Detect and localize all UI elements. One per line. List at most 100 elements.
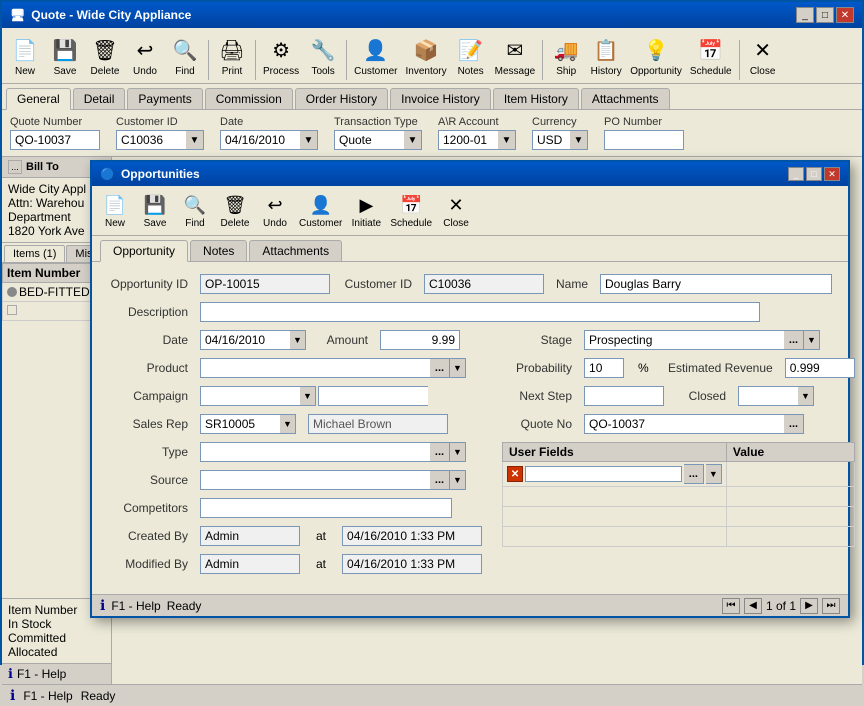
toolbar-print[interactable]: 🖨 Print [213,31,251,80]
dlg-toolbar-undo[interactable]: ↩ Undo [256,189,294,232]
dialog-tab-opportunity[interactable]: Opportunity [100,240,188,262]
toolbar-customer[interactable]: 👤 Customer [351,31,400,80]
date-dlg-dropdown[interactable]: ▼ [290,330,306,350]
product-input[interactable] [200,358,430,378]
est-revenue-input[interactable] [785,358,855,378]
uf-dropdown-btn[interactable]: ▼ [706,464,722,484]
dialog-minimize-btn[interactable]: _ [788,167,804,181]
nav-prev-btn[interactable]: ◀ [744,598,762,614]
dlg-toolbar-initiate[interactable]: ▶ Initiate [347,189,385,232]
minimize-btn[interactable]: _ [796,7,814,23]
closed-input[interactable] [738,386,798,406]
desc-input[interactable] [200,302,760,322]
ar-account-dropdown[interactable]: ▼ [498,130,516,150]
dialog-tab-notes[interactable]: Notes [190,240,247,261]
next-step-input[interactable] [584,386,664,406]
toolbar-process[interactable]: ⚙ Process [260,31,302,80]
campaign-input-2[interactable] [318,386,428,406]
stage-ellipsis-btn[interactable]: ... [784,330,804,350]
row-indicator[interactable] [7,287,17,297]
toolbar-tools[interactable]: 🔧 Tools [304,31,342,80]
dlg-toolbar-find[interactable]: 🔍 Find [176,189,214,232]
dialog-close-btn[interactable]: ✕ [824,167,840,181]
opp-id-input[interactable] [200,274,330,294]
toolbar-find[interactable]: 🔍 Find [166,31,204,80]
campaign-dropdown-1[interactable]: ▼ [300,386,316,406]
bill-to-expand-btn[interactable]: ... [8,160,22,174]
items-tab-items[interactable]: Items (1) [4,245,65,262]
dlg-toolbar-new[interactable]: 📄 New [96,189,134,232]
probability-input[interactable] [584,358,624,378]
toolbar-notes[interactable]: 📝 Notes [452,31,490,80]
toolbar-ship[interactable]: 🚚 Ship [547,31,585,80]
toolbar-undo[interactable]: ↩ Undo [126,31,164,80]
nav-first-btn[interactable]: ⏮ [722,598,740,614]
tab-order-history[interactable]: Order History [295,88,388,109]
tab-commission[interactable]: Commission [205,88,293,109]
maximize-btn[interactable]: □ [816,7,834,23]
tab-item-history[interactable]: Item History [493,88,579,109]
sales-rep-input[interactable] [200,414,280,434]
customer-id-dropdown[interactable]: ▼ [186,130,204,150]
dlg-toolbar-schedule[interactable]: 📅 Schedule [387,189,435,232]
close-btn[interactable]: ✕ [836,7,854,23]
source-dropdown-btn[interactable]: ▼ [450,470,466,490]
dlg-toolbar-delete[interactable]: 🗑 Delete [216,189,254,232]
stage-dropdown-btn[interactable]: ▼ [804,330,820,350]
date-dlg-input[interactable] [200,330,290,350]
tab-payments[interactable]: Payments [127,88,202,109]
nav-last-btn[interactable]: ⏭ [822,598,840,614]
source-ellipsis-btn[interactable]: ... [430,470,450,490]
date-input[interactable] [220,130,300,150]
add-row-btn[interactable] [7,305,17,315]
source-input[interactable] [200,470,430,490]
stage-input[interactable] [584,330,784,350]
tab-attachments[interactable]: Attachments [581,88,670,109]
toolbar-message[interactable]: ✉ Message [492,31,539,80]
type-dropdown-btn[interactable]: ▼ [450,442,466,462]
customer-id-input[interactable] [116,130,186,150]
quote-no-input[interactable] [584,414,784,434]
currency-input[interactable] [532,130,570,150]
tab-detail[interactable]: Detail [73,88,126,109]
currency-dropdown[interactable]: ▼ [570,130,588,150]
dlg-toolbar-close[interactable]: ✕ Close [437,189,475,232]
campaign-input-1[interactable] [200,386,300,406]
po-number-input[interactable] [604,130,684,150]
uf-delete-btn[interactable]: ✕ [507,466,523,482]
competitors-input[interactable] [200,498,452,518]
uf-field-input[interactable] [525,466,682,482]
tab-invoice-history[interactable]: Invoice History [390,88,491,109]
uf-ellipsis-btn[interactable]: ... [684,464,704,484]
dlg-toolbar-save[interactable]: 💾 Save [136,189,174,232]
quote-number-input[interactable] [10,130,100,150]
toolbar-close[interactable]: ✕ Close [744,31,782,80]
transaction-type-input[interactable] [334,130,404,150]
toolbar-new[interactable]: 📄 New [6,31,44,80]
type-ellipsis-btn[interactable]: ... [430,442,450,462]
toolbar-schedule[interactable]: 📅 Schedule [687,31,735,80]
toolbar-delete[interactable]: 🗑 Delete [86,31,124,80]
stage-row: Stage ... ▼ [502,330,855,350]
dlg-toolbar-customer[interactable]: 👤 Customer [296,189,345,232]
toolbar-save[interactable]: 💾 Save [46,31,84,80]
date-dropdown[interactable]: ▼ [300,130,318,150]
type-input[interactable] [200,442,430,462]
tab-general[interactable]: General [6,88,71,110]
name-input[interactable] [600,274,832,294]
sales-rep-dropdown[interactable]: ▼ [280,414,296,434]
nav-next-btn[interactable]: ▶ [800,598,818,614]
customer-id-dlg-input[interactable] [424,274,544,294]
product-dropdown-btn[interactable]: ▼ [450,358,466,378]
ar-account-input[interactable] [438,130,498,150]
dialog-maximize-btn[interactable]: □ [806,167,822,181]
closed-dropdown[interactable]: ▼ [798,386,814,406]
dialog-tab-attachments[interactable]: Attachments [249,240,342,261]
transaction-type-dropdown[interactable]: ▼ [404,130,422,150]
amount-input[interactable] [380,330,460,350]
quote-no-ellipsis-btn[interactable]: ... [784,414,804,434]
toolbar-inventory[interactable]: 📦 Inventory [402,31,449,80]
toolbar-opportunity[interactable]: 💡 Opportunity [627,31,685,80]
toolbar-history[interactable]: 📋 History [587,31,625,80]
product-ellipsis-btn[interactable]: ... [430,358,450,378]
